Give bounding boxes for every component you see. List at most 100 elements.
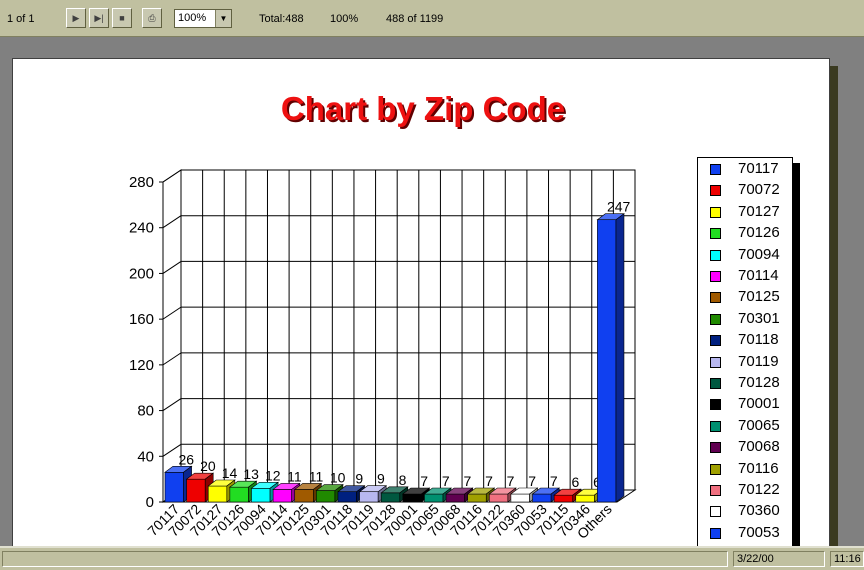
legend-swatch (710, 206, 721, 218)
bar (316, 490, 336, 503)
bar (294, 489, 314, 503)
legend-swatch (710, 228, 721, 240)
bar (251, 487, 271, 503)
legend-label: 70072 (738, 181, 780, 199)
legend-label: 70114 (738, 267, 779, 284)
legend-item: 70116 (698, 459, 794, 480)
legend-label: 70128 (738, 374, 780, 391)
legend-swatch (710, 271, 721, 282)
legend-swatch (710, 485, 721, 496)
legend-item: 70122 (698, 480, 794, 501)
legend-label: 70053 (738, 523, 780, 541)
bar (532, 493, 552, 503)
chart-legend: 70117 70072 70127 70126 70094 70114 70125 70301… (697, 157, 793, 547)
legend-label: 70118 (738, 331, 779, 349)
bar (186, 478, 206, 503)
status-bar: 3/22/00 11:16 (0, 546, 864, 570)
legend-item: 70001 (698, 394, 794, 415)
legend-swatch (710, 313, 721, 325)
data-label: 10 (330, 470, 346, 486)
legend-label: 70125 (738, 288, 780, 306)
data-label: 9 (377, 471, 385, 487)
y-tick-label: 200 (129, 265, 154, 282)
data-label: 9 (355, 471, 363, 487)
data-label: 7 (507, 473, 515, 489)
y-tick-label: 120 (129, 357, 154, 374)
bar (337, 491, 357, 503)
data-label: 7 (420, 473, 428, 489)
legend-item: 70126 (698, 223, 794, 244)
data-label: 11 (309, 468, 324, 484)
status-time: 11:16 (830, 551, 864, 567)
legend-label: 70001 (738, 395, 780, 413)
bar (359, 491, 379, 503)
chart-back-wall (180, 169, 636, 491)
legend-item: 70125 (698, 287, 794, 308)
y-tick-label: 40 (137, 448, 154, 465)
data-label: 8 (399, 472, 407, 488)
legend-swatch (710, 164, 721, 175)
legend-swatch (710, 185, 721, 197)
bar (597, 219, 617, 503)
legend-label: 70094 (738, 245, 780, 263)
bar (424, 493, 444, 503)
y-tick-label: 80 (137, 403, 154, 420)
legend-swatch (710, 378, 721, 389)
legend-item: 70065 (698, 416, 794, 437)
legend-swatch (710, 442, 721, 454)
legend-swatch (710, 420, 721, 432)
data-label: 14 (222, 465, 238, 481)
legend-swatch (710, 292, 721, 304)
legend-label: 70117 (738, 160, 779, 177)
y-tick-label: 280 (129, 174, 154, 191)
status-panel-main (2, 551, 728, 567)
y-tick-label: 160 (129, 311, 154, 328)
data-label: 11 (287, 468, 302, 484)
bar (575, 494, 595, 503)
data-label: 7 (550, 473, 558, 489)
y-tick-label: 240 (129, 220, 154, 237)
legend-swatch (710, 335, 721, 347)
data-label: 6 (572, 474, 580, 490)
legend-label: 70068 (738, 438, 780, 456)
legend-item: 70301 (698, 309, 794, 330)
data-label: 7 (442, 473, 450, 489)
bar-side (615, 213, 625, 503)
legend-label: 70116 (738, 459, 779, 477)
legend-item: 70068 (698, 437, 794, 458)
legend-swatch (710, 506, 721, 518)
legend-swatch (710, 463, 721, 475)
legend-swatch (710, 249, 721, 261)
legend-item: 70053 (698, 523, 794, 544)
bar (488, 493, 509, 503)
legend-label: 70122 (738, 481, 780, 498)
legend-item: 70127 (698, 202, 794, 223)
data-label: 7 (528, 473, 536, 489)
status-date: 3/22/00 (733, 551, 825, 567)
legend-item: 70094 (698, 245, 794, 266)
bar (402, 493, 422, 503)
legend-item: 70118 (698, 330, 794, 351)
bar (380, 492, 401, 503)
data-label: 7 (463, 473, 471, 489)
data-label: 26 (179, 451, 195, 467)
bar (553, 494, 574, 503)
bar (164, 471, 184, 503)
legend-item: 70072 (698, 180, 794, 201)
legend-label: 70360 (738, 502, 780, 520)
legend-swatch (710, 399, 721, 411)
legend-swatch (710, 527, 721, 539)
bar (445, 493, 465, 503)
legend-item: 70117 (698, 159, 794, 180)
bar (207, 485, 228, 503)
legend-label: 70127 (738, 202, 780, 220)
bar (467, 493, 487, 503)
legend-label: 70301 (738, 309, 780, 327)
bar (510, 493, 530, 503)
y-tick-label: 0 (146, 494, 154, 511)
legend-item: 70360 (698, 501, 794, 522)
legend-item: 70114 (698, 266, 794, 287)
data-label: 247 (607, 199, 631, 215)
data-label: 12 (265, 467, 281, 483)
data-label: 7 (485, 473, 493, 489)
